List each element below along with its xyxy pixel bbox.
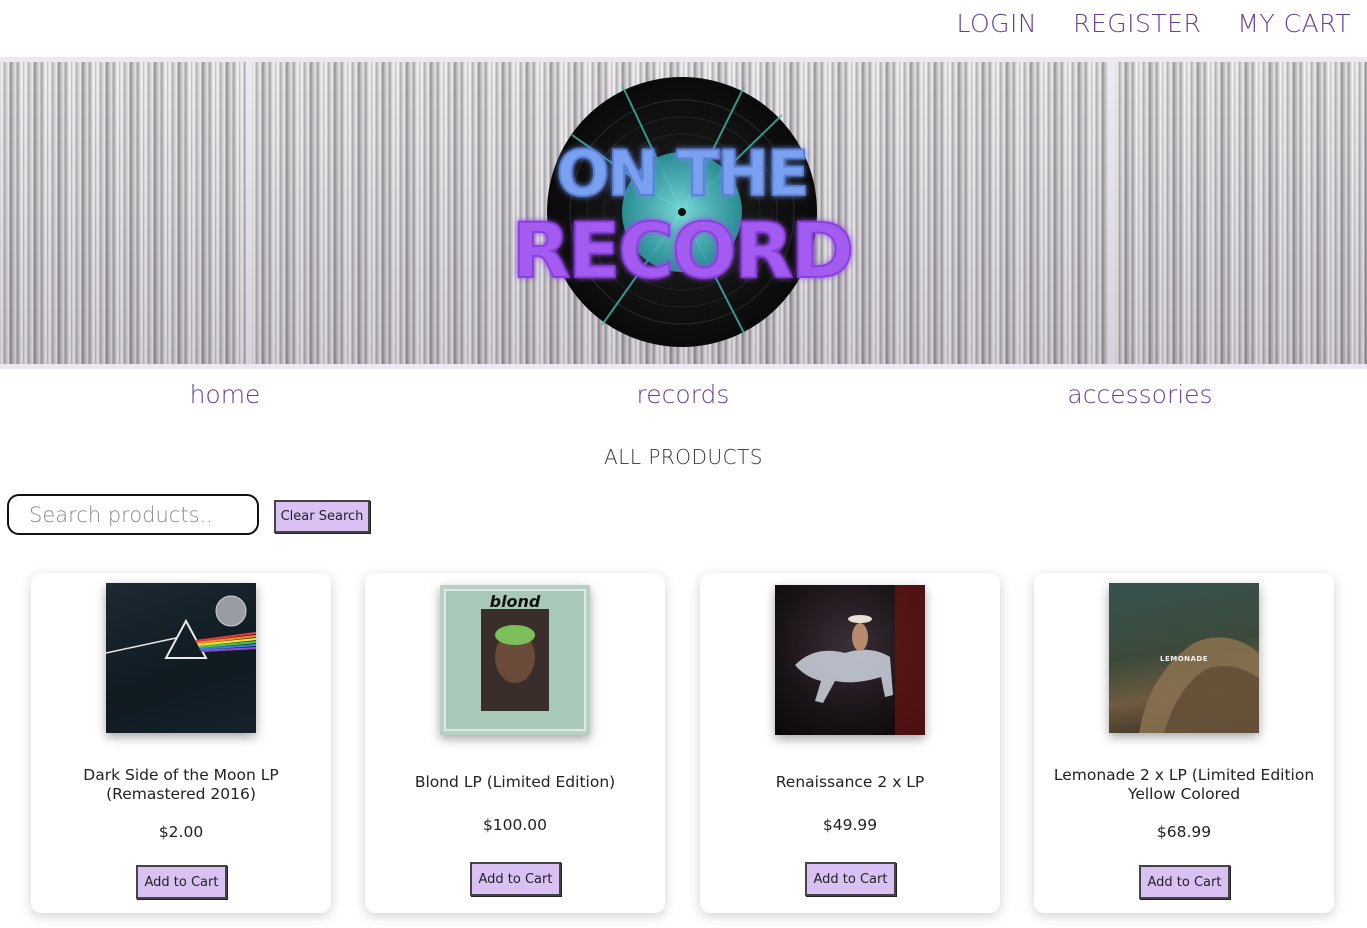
logo-text-record: RECORD	[512, 206, 852, 295]
product-price: $2.00	[158, 823, 204, 841]
add-to-cart-button[interactable]: Add to Cart	[805, 862, 896, 896]
product-title[interactable]: Blond LP (Limited Edition)	[375, 773, 655, 792]
product-price: $68.99	[1156, 823, 1212, 841]
product-price: $100.00	[482, 816, 548, 834]
lemonade-album-cover-icon[interactable]: LEMONADE	[1109, 583, 1259, 733]
product-title[interactable]: Renaissance 2 x LP	[710, 773, 990, 792]
page-title: ALL PRODUCTS	[604, 445, 763, 469]
blond-album-cover-icon[interactable]: blond	[440, 585, 590, 735]
site-logo[interactable]: ON THE RECORD	[482, 75, 882, 350]
add-to-cart-button[interactable]: Add to Cart	[470, 862, 561, 896]
hero-banner: ON THE RECORD	[0, 57, 1367, 369]
clear-search-button[interactable]: Clear Search	[274, 500, 370, 533]
nav-records[interactable]: records	[637, 380, 730, 409]
login-link[interactable]: LOGIN	[956, 9, 1037, 38]
product-card: LEMONADE Lemonade 2 x LP (Limited Editio…	[1034, 573, 1334, 913]
product-price: $49.99	[822, 816, 878, 834]
nav-accessories[interactable]: accessories	[1067, 380, 1212, 409]
product-card: blond Blond LP (Limited Edition) $100.00…	[365, 573, 665, 913]
product-card: Renaissance 2 x LP $49.99 Add to Cart	[700, 573, 1000, 913]
add-to-cart-button[interactable]: Add to Cart	[1139, 865, 1230, 899]
main-nav: home records accessories	[0, 380, 1367, 420]
top-nav: LOGIN REGISTER MY CART	[920, 0, 1367, 46]
logo-text-on-the: ON THE	[557, 137, 808, 210]
add-to-cart-button[interactable]: Add to Cart	[136, 865, 227, 899]
search-input[interactable]	[7, 494, 259, 535]
register-link[interactable]: REGISTER	[1073, 9, 1201, 38]
lemonade-cover-text: LEMONADE	[1160, 655, 1208, 663]
product-card: Dark Side of the Moon LP (Remastered 201…	[31, 573, 331, 913]
product-title[interactable]: Lemonade 2 x LP (Limited Edition Yellow …	[1044, 766, 1324, 804]
product-title[interactable]: Dark Side of the Moon LP (Remastered 201…	[41, 766, 321, 804]
prism-album-cover-icon[interactable]	[106, 583, 256, 733]
blond-cover-text: blond	[490, 592, 541, 611]
nav-home[interactable]: home	[190, 380, 261, 409]
my-cart-link[interactable]: MY CART	[1237, 9, 1351, 38]
horse-album-cover-icon[interactable]	[775, 585, 925, 735]
